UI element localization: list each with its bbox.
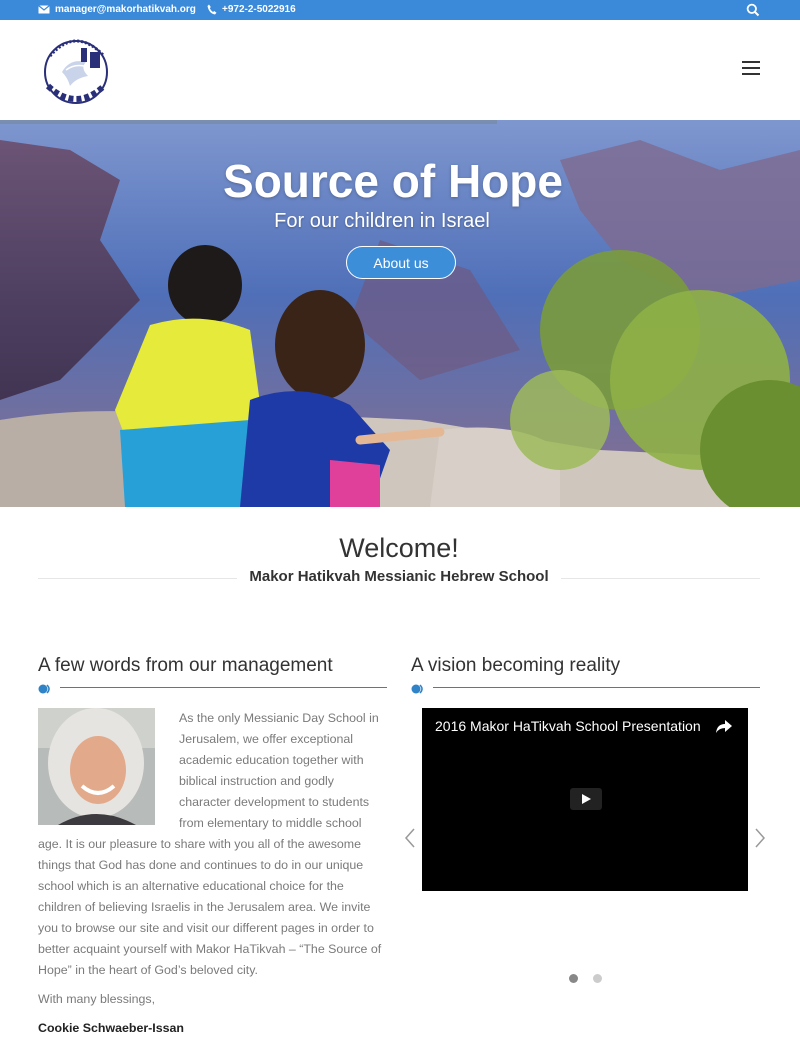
closing-line: With many blessings, [38,992,156,1006]
about-us-button[interactable]: About us [346,246,456,279]
heading-rule [60,687,387,688]
carousel-dot-active[interactable] [569,974,578,983]
site-header [0,20,800,120]
video-title[interactable]: 2016 Makor HaTikvah School Presentation [435,718,701,734]
hero-title: Source of Hope [223,155,563,207]
welcome-title: Welcome! [339,533,459,563]
bullet-icon [38,684,50,694]
share-icon[interactable] [715,718,733,734]
vision-heading: A vision becoming reality [411,655,621,676]
mail-icon [38,5,50,14]
search-icon[interactable] [746,3,760,17]
carousel-prev-icon[interactable] [404,828,416,848]
play-button[interactable] [570,788,602,810]
phone-text: +972-2-5022916 [222,4,296,15]
hamburger-icon [742,61,760,63]
phone-link[interactable]: +972-2-5022916 [207,4,296,15]
carousel-next-icon[interactable] [754,828,766,848]
signature: Cookie Schwaeber-Issan [38,1021,184,1035]
play-icon [582,794,591,804]
management-message: As the only Messianic Day School in Jeru… [38,708,384,981]
hero-banner: Source of Hope For our children in Israe… [0,120,800,507]
email-link[interactable]: manager@makorhatikvah.org [38,4,196,15]
menu-button[interactable] [742,61,760,75]
video-player[interactable]: 2016 Makor HaTikvah School Presentation [422,708,748,891]
heading-rule [433,687,760,688]
carousel-dot[interactable] [593,974,602,983]
phone-icon [207,4,217,15]
site-logo[interactable] [40,28,112,108]
hero-subtitle: For our children in Israel [274,210,490,232]
welcome-subtitle: Makor Hatikvah Messianic Hebrew School [0,568,798,585]
top-bar: manager@makorhatikvah.org +972-2-5022916 [0,0,800,20]
welcome-subtitle-text: Makor Hatikvah Messianic Hebrew School [237,568,561,585]
email-text: manager@makorhatikvah.org [55,4,196,15]
bullet-icon [411,684,423,694]
management-heading: A few words from our management [38,655,333,676]
slider-progress-bar [0,120,497,124]
